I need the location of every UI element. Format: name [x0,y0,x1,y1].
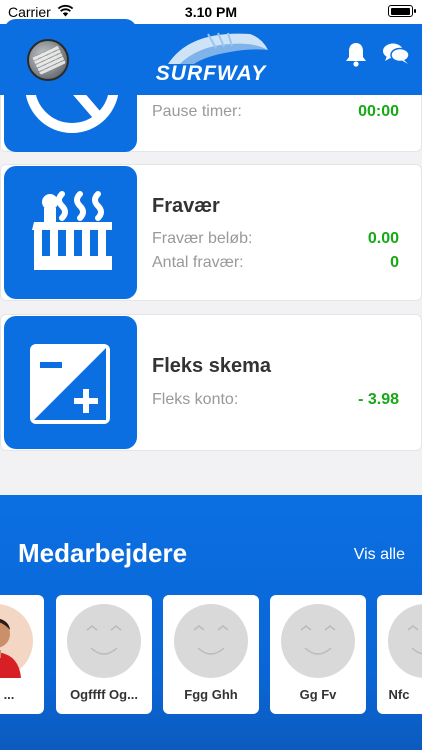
flex-card[interactable]: Fleks skema Fleks konto: - 3.98 [0,314,422,451]
colleague-name: Nfc [388,687,410,702]
colleague-card[interactable]: Fgg Ghh [163,595,259,714]
app-header: SURFWAY [0,24,422,95]
absence-count-value: 0 [390,254,399,271]
battery-icon [388,5,416,17]
flex-account-value: - 3.98 [358,391,399,408]
plus-minus-icon [30,344,110,424]
user-avatar[interactable] [27,39,69,81]
colleague-name: Fgg Ghh [184,687,238,702]
colleague-card[interactable]: Gg Fv [270,595,366,714]
colleagues-section: Medarbejdere Vis alle nas ... Ogffff Og.… [0,495,422,750]
colleagues-title: Medarbejdere [18,538,188,568]
flex-card-icon [4,316,137,449]
bell-icon[interactable] [344,41,368,67]
colleague-photo [0,604,33,678]
radiator-icon [32,191,112,270]
colleague-name: Ogffff Og... [70,687,138,702]
default-avatar-icon [67,604,141,678]
default-avatar-icon [281,604,355,678]
absence-count-label: Antal fravær: [152,254,244,271]
absence-card-icon [4,166,137,299]
colleague-card[interactable]: Nfc [377,595,422,714]
colleague-name: nas ... [0,687,15,702]
absence-card[interactable]: Fravær Fravær beløb: 0.00 Antal fravær: … [0,164,422,301]
absence-amount-label: Fravær beløb: [152,230,253,247]
default-avatar-icon [388,604,422,678]
app-screen: Carrier 3.10 PM Pause timer: 00:00 Fravæ… [0,0,422,750]
default-avatar-icon [174,604,248,678]
pause-timer-value: 00:00 [358,103,399,120]
pause-timer-label: Pause timer: [152,103,242,120]
status-time: 3.10 PM [184,4,238,20]
chat-icon[interactable] [382,42,410,66]
colleague-card[interactable]: nas ... [0,595,44,714]
flex-account-label: Fleks konto: [152,391,239,408]
surfway-logo: SURFWAY [150,28,272,90]
absence-amount-value: 0.00 [367,230,399,247]
colleague-card[interactable]: Ogffff Og... [56,595,152,714]
colleague-name: Gg Fv [299,687,337,702]
view-all-link[interactable]: Vis alle [354,546,405,564]
absence-title: Fravær [152,195,220,217]
logo-text: SURFWAY [155,62,267,85]
person-photo-icon [0,618,21,678]
flex-title: Fleks skema [152,355,271,377]
